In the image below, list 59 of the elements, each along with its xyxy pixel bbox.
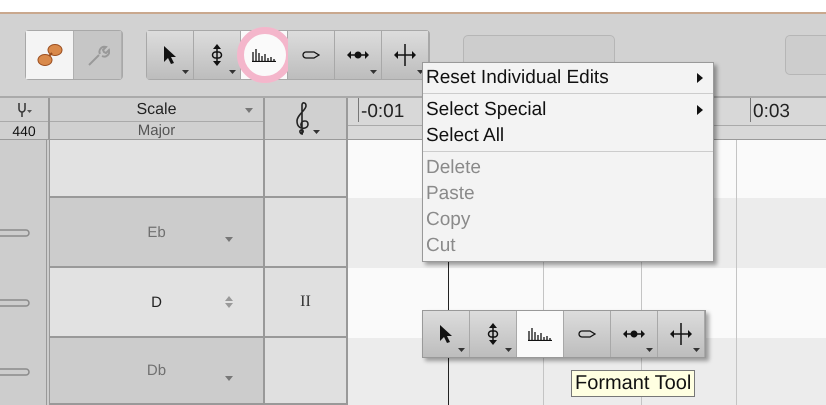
spinner-icon: [225, 296, 233, 308]
tooltip: Formant Tool: [571, 370, 696, 397]
submenu-arrow-icon: [697, 104, 703, 114]
dropdown-icon: [229, 70, 236, 74]
scale-value: Major: [138, 122, 176, 139]
tool-button[interactable]: [658, 311, 705, 357]
scale-header[interactable]: Scale Major: [50, 98, 265, 140]
dropdown-icon: [646, 348, 653, 352]
capsule-icon: [302, 51, 320, 59]
horizontal-arrows-icon: [347, 50, 369, 60]
menu-item[interactable]: Reset Individual Edits: [423, 65, 713, 94]
submenu-arrow-icon: [697, 72, 703, 82]
note-name: D: [151, 294, 162, 310]
pitch-arrows-icon: [487, 323, 499, 345]
menu-item[interactable]: Select Special: [423, 97, 713, 123]
cross-arrows-icon: [394, 44, 416, 66]
dropdown-icon: [245, 108, 253, 113]
menu-item[interactable]: Select All: [423, 123, 713, 152]
scale-label: Scale: [136, 100, 177, 118]
tool-button[interactable]: [470, 311, 517, 357]
formant-bars-icon: [528, 327, 552, 341]
dropdown-icon: [182, 70, 189, 74]
dropdown-icon: [370, 70, 377, 74]
wrench-icon: [86, 43, 110, 67]
time-tick-label: -0:01: [358, 98, 404, 122]
tuning-header[interactable]: 440: [0, 98, 50, 140]
slider-handle-icon: [0, 368, 30, 376]
tool-button[interactable]: [382, 31, 429, 79]
tool-button[interactable]: [335, 31, 382, 79]
reference-pitch: 440: [12, 122, 36, 138]
dropdown-icon: [225, 376, 233, 381]
tuning-fork-icon: [16, 102, 32, 116]
dropdown-icon: [225, 237, 233, 242]
scale-note-cell[interactable]: [50, 140, 265, 198]
clef-header[interactable]: [265, 98, 348, 140]
pointer-icon: [439, 324, 453, 344]
tool-button[interactable]: [611, 311, 658, 357]
pointer-icon: [163, 45, 177, 65]
tool-button[interactable]: [194, 31, 241, 79]
scale-degree: II: [300, 293, 311, 311]
dropdown-icon: [505, 348, 512, 352]
pitch-arrows-icon: [211, 44, 223, 66]
note-name: Eb: [147, 224, 166, 240]
capsule-icon: [578, 330, 596, 338]
slider-handle-icon: [0, 299, 30, 307]
tool-button[interactable]: [423, 311, 470, 357]
note-name: Db: [146, 362, 166, 379]
slider-handle-icon: [0, 229, 30, 237]
dropdown-icon: [458, 348, 465, 352]
tool-button[interactable]: [147, 31, 194, 79]
dropdown-icon: [693, 348, 700, 352]
mode-toggle-button[interactable]: [26, 31, 74, 79]
time-tick-label: 0:03: [750, 98, 790, 122]
tool-button[interactable]: [517, 311, 564, 357]
blobs-icon: [36, 42, 64, 68]
cross-arrows-icon: [670, 323, 692, 345]
formant-bars-icon: [252, 48, 276, 62]
scale-note-cell[interactable]: D: [50, 268, 265, 338]
horizontal-arrows-icon: [623, 329, 645, 339]
